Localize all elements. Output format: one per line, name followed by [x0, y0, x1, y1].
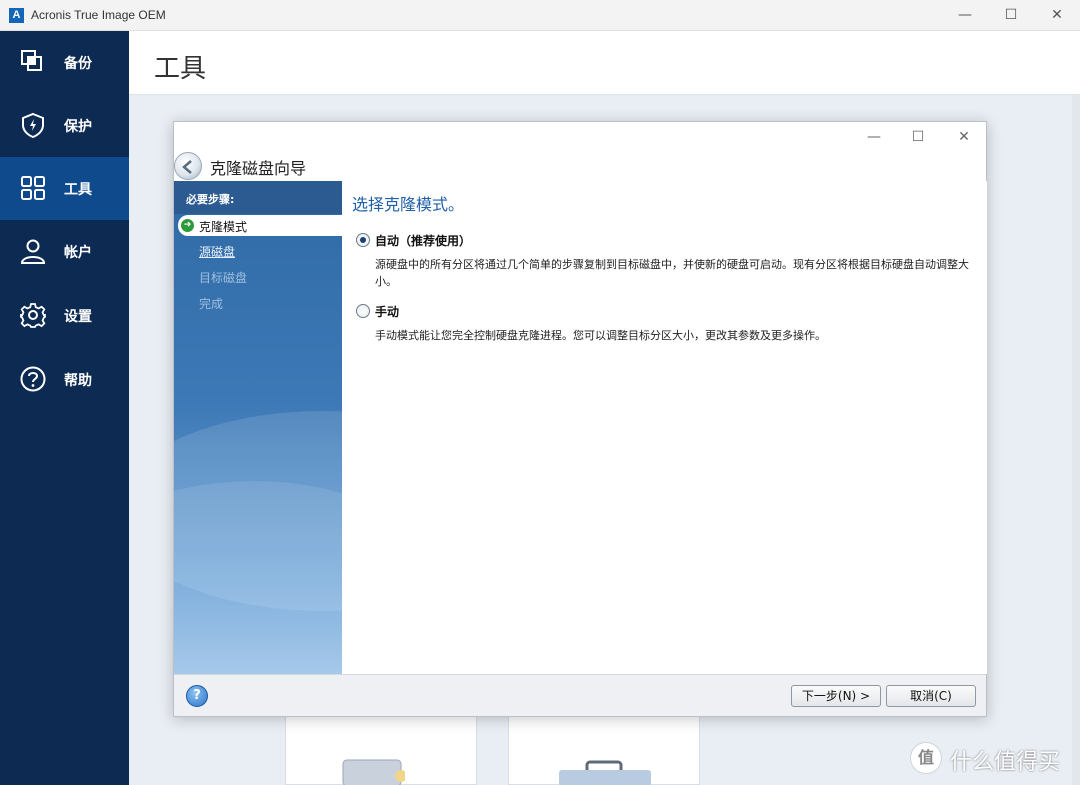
help-icon — [20, 366, 46, 392]
auto-mode-description: 源硬盘中的所有分区将通过几个简单的步骤复制到目标磁盘中，并使新的硬盘可启动。现有… — [375, 258, 969, 288]
acronis-logo-icon: A — [9, 8, 24, 23]
sidebar-item-label: 工具 — [64, 182, 92, 198]
dialog-maximize-button[interactable]: ☐ — [898, 124, 938, 150]
dialog-footer: ? 下一步(N) > 取消(C) — [174, 674, 986, 716]
sidebar-item-backup[interactable]: 备份 — [0, 31, 129, 94]
help-icon[interactable]: ? — [186, 685, 208, 707]
arrow-left-icon — [182, 160, 192, 174]
sidebar-item-label: 帮助 — [64, 373, 92, 389]
gear-icon — [20, 303, 46, 328]
current-step-arrow-icon: ➜ — [181, 219, 194, 232]
sidebar-item-tools[interactable]: 工具 — [0, 157, 129, 220]
user-icon — [20, 239, 46, 264]
wizard-content: 选择克隆模式。 自动（推荐使用） 源硬盘中的所有分区将通过几个简单的步骤复制到目… — [342, 181, 987, 674]
dialog-minimize-button[interactable]: — — [854, 124, 894, 150]
manual-mode-label[interactable]: 手动 — [375, 303, 399, 320]
step-source-disk[interactable]: 源磁盘 — [199, 243, 235, 260]
maximize-button[interactable]: ☐ — [988, 0, 1034, 31]
clone-disk-wizard-dialog: — ☐ ✕ 克隆磁盘向导 必要步骤: ➜ 克隆模式 源磁盘 目标磁盘 完成 选择… — [173, 121, 987, 717]
close-button[interactable]: ✕ — [1034, 0, 1080, 31]
watermark-text: 什么值得买 — [950, 750, 1061, 775]
sidebar-item-settings[interactable]: 设置 — [0, 284, 129, 347]
minimize-button[interactable]: — — [942, 0, 988, 31]
window-titlebar: A Acronis True Image OEM — ☐ ✕ — [0, 0, 1080, 31]
step-clone-mode[interactable]: ➜ 克隆模式 — [178, 215, 342, 236]
window-title: Acronis True Image OEM — [31, 8, 166, 22]
auto-mode-label[interactable]: 自动（推荐使用） — [375, 232, 471, 249]
content-heading: 选择克隆模式。 — [352, 195, 465, 214]
sidebar-item-label: 设置 — [64, 309, 92, 325]
dialog-close-button[interactable]: ✕ — [944, 124, 984, 150]
manual-mode-radio[interactable] — [356, 304, 370, 318]
manual-mode-description: 手动模式能让您完全控制硬盘克隆进程。您可以调整目标分区大小，更改其参数及更多操作… — [375, 329, 826, 342]
step-label: 克隆模式 — [199, 220, 248, 234]
step-target-disk: 目标磁盘 — [199, 271, 248, 285]
hard-drive-icon — [342, 759, 405, 785]
shield-icon — [22, 112, 44, 138]
decorative-wave — [174, 481, 342, 674]
watermark-logo-icon: 值 — [910, 742, 942, 774]
tool-card[interactable] — [285, 715, 477, 785]
wizard-steps-panel: 必要步骤: ➜ 克隆模式 源磁盘 目标磁盘 完成 — [174, 181, 342, 674]
auto-mode-radio[interactable] — [356, 233, 370, 247]
back-arrow-icon[interactable] — [174, 152, 202, 180]
main-header: 工具 — [129, 31, 1080, 95]
step-finish: 完成 — [199, 297, 224, 311]
sidebar-item-label: 帐户 — [64, 245, 92, 261]
steps-header: 必要步骤: — [174, 181, 342, 214]
next-button[interactable]: 下一步(N) > — [791, 685, 881, 707]
main-scrollbar[interactable] — [1072, 95, 1080, 785]
page-title: 工具 — [154, 54, 207, 84]
sidebar-item-help[interactable]: 帮助 — [0, 348, 129, 411]
sidebar: 备份 保护 工具 帐户 设置 帮助 — [0, 31, 129, 785]
dialog-title: 克隆磁盘向导 — [210, 159, 307, 178]
sidebar-item-label: 备份 — [64, 56, 92, 72]
cancel-button[interactable]: 取消(C) — [886, 685, 976, 707]
sidebar-item-label: 保护 — [64, 119, 92, 135]
sidebar-item-account[interactable]: 帐户 — [0, 220, 129, 283]
tool-card[interactable] — [508, 715, 700, 785]
backup-icon — [21, 50, 42, 71]
sidebar-item-protection[interactable]: 保护 — [0, 94, 129, 157]
toolbox-icon — [559, 760, 651, 785]
tools-grid-icon — [21, 176, 45, 200]
